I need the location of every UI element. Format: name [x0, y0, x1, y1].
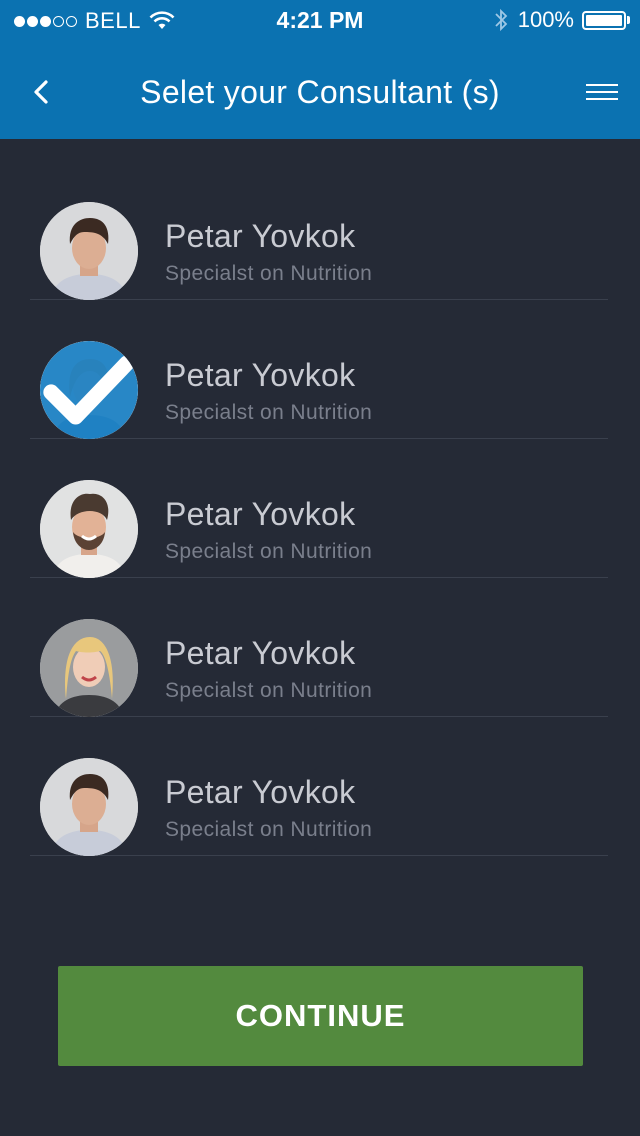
consultant-name: Petar Yovkok — [165, 635, 356, 671]
battery-icon — [582, 10, 626, 30]
consultant-item[interactable]: Petar Yovkok Specialst on Nutrition — [30, 579, 608, 717]
checkmark-icon — [43, 355, 135, 425]
page-title: Selet your Consultant (s) — [140, 74, 500, 110]
consultant-item-selected[interactable]: Petar Yovkok Specialst on Nutrition — [30, 301, 608, 439]
continue-button[interactable]: CONTINUE — [58, 966, 583, 1066]
status-bar: BELL 4:21 PM 100% — [0, 0, 640, 40]
nav-bar: Selet your Consultant (s) — [0, 40, 640, 139]
bluetooth-icon — [495, 8, 507, 32]
avatar — [40, 341, 138, 439]
consultant-role: Specialst on Nutrition — [165, 262, 373, 285]
avatar — [40, 758, 138, 856]
status-right: 100% — [494, 7, 630, 33]
consultant-name: Petar Yovkok — [165, 357, 356, 393]
consultant-role: Specialst on Nutrition — [165, 401, 373, 424]
consultant-name: Petar Yovkok — [165, 496, 356, 532]
consultant-role: Specialst on Nutrition — [165, 679, 373, 702]
battery-tip — [627, 16, 630, 24]
avatar — [40, 480, 138, 578]
consultant-role: Specialst on Nutrition — [165, 540, 373, 563]
consultant-name: Petar Yovkok — [165, 218, 356, 254]
app-header: BELL 4:21 PM 100% Selet your Consultant … — [0, 0, 640, 139]
consultant-item[interactable]: Petar Yovkok Specialst on Nutrition — [30, 718, 608, 856]
consultant-list: Petar Yovkok Specialst on Nutrition Peta… — [30, 162, 608, 857]
avatar — [40, 619, 138, 717]
battery-percent: 100% — [517, 7, 574, 32]
selected-overlay — [40, 341, 138, 439]
consultant-role: Specialst on Nutrition — [165, 818, 373, 841]
consultant-item[interactable]: Petar Yovkok Specialst on Nutrition — [30, 162, 608, 300]
hamburger-menu-icon[interactable] — [586, 84, 618, 104]
avatar — [40, 202, 138, 300]
consultant-item[interactable]: Petar Yovkok Specialst on Nutrition — [30, 440, 608, 578]
consultant-name: Petar Yovkok — [165, 774, 356, 810]
